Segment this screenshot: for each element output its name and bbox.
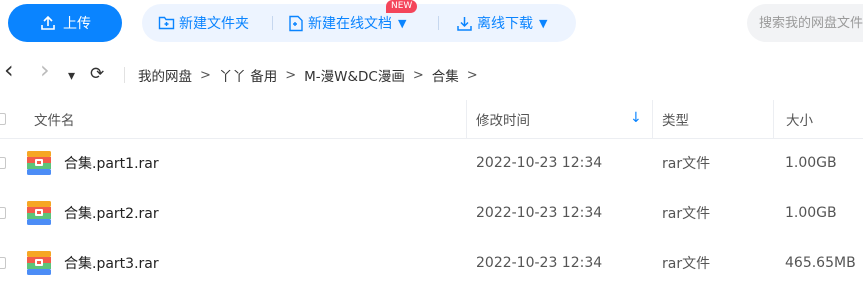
file-type: rar文件 [662,156,711,172]
breadcrumb: 我的网盘 > 丫丫 备用 > M-漫W&DC漫画 > 合集 > [138,56,478,94]
rar-archive-icon [27,251,51,275]
upload-button[interactable]: 上传 [8,4,122,42]
file-type: rar文件 [662,256,711,272]
new-online-doc-label: 新建在线文档 [308,16,392,32]
breadcrumb-item-comics[interactable]: M-漫W&DC漫画 [304,65,405,85]
file-name[interactable]: 合集.part2.rar [64,188,159,238]
download-icon [456,15,473,32]
column-header-modified[interactable]: 修改时间 [476,100,530,138]
search-input[interactable] [747,4,863,42]
breadcrumb-separator: > [285,67,297,83]
upload-icon [39,14,57,32]
breadcrumb-item-my-drive[interactable]: 我的网盘 [138,65,192,85]
column-header-size[interactable]: 大小 [786,100,813,138]
sort-descending-icon[interactable]: ↓ [630,110,642,126]
table-row[interactable]: 合集.part1.rar 2022-10-23 12:34 rar文件 1.00… [0,138,863,188]
new-folder-icon [158,15,175,31]
new-doc-icon [288,15,304,32]
select-all-checkbox[interactable] [0,113,6,125]
breadcrumb-item-backup[interactable]: 丫丫 备用 [219,65,277,85]
table-row[interactable]: 合集.part3.rar 2022-10-23 12:34 rar文件 465.… [0,238,863,288]
file-size: 465.65MB [785,255,856,271]
new-folder-button[interactable]: 新建文件夹 [158,4,249,42]
refresh-icon[interactable]: ⟳ [90,64,104,84]
new-folder-label: 新建文件夹 [179,16,249,32]
toolbar-divider [438,16,439,30]
file-modified-time: 2022-10-23 12:34 [476,205,603,221]
file-name[interactable]: 合集.part3.rar [64,238,159,288]
chevron-down-icon: ▼ [398,16,407,30]
column-header-name[interactable]: 文件名 [34,100,75,138]
row-checkbox[interactable] [0,257,6,269]
column-header-type[interactable]: 类型 [662,100,689,138]
file-table-header: 文件名 修改时间 ↓ 类型 大小 [0,100,863,139]
navigation-bar: ‹ › ▾ ⟳ 我的网盘 > 丫丫 备用 > M-漫W&DC漫画 > 合集 > [0,56,863,94]
chevron-down-icon: ▼ [539,16,548,30]
history-dropdown-icon[interactable]: ▾ [68,66,75,86]
offline-download-button[interactable]: 离线下载 ▼ [456,4,547,42]
toolbar-divider [272,16,273,30]
row-checkbox[interactable] [0,157,6,169]
breadcrumb-separator: > [200,67,211,83]
file-name[interactable]: 合集.part1.rar [64,138,159,188]
row-checkbox[interactable] [0,207,6,219]
file-size: 1.00GB [785,205,837,221]
breadcrumb-separator: > [466,67,478,83]
nav-divider [124,67,125,83]
forward-icon[interactable]: › [40,58,50,82]
new-badge: NEW [386,0,418,13]
back-icon[interactable]: ‹ [4,58,14,82]
column-divider [466,100,467,138]
table-row[interactable]: 合集.part2.rar 2022-10-23 12:34 rar文件 1.00… [0,188,863,238]
file-size: 1.00GB [785,155,837,171]
file-type: rar文件 [662,206,711,222]
toolbar: 上传 新建文件夹 新建在线文档 ▼ 离线下载 ▼ NEW 搜索我的网盘文件 [0,0,863,48]
breadcrumb-item-collection[interactable]: 合集 [432,65,459,85]
breadcrumb-separator: > [412,67,424,83]
file-modified-time: 2022-10-23 12:34 [476,155,603,171]
column-divider [652,100,653,138]
column-divider [773,100,774,138]
rar-archive-icon [27,201,51,225]
action-group: 新建文件夹 新建在线文档 ▼ 离线下载 ▼ [142,4,576,42]
file-modified-time: 2022-10-23 12:34 [476,255,603,271]
rar-archive-icon [27,151,51,175]
upload-label: 上传 [63,16,91,32]
offline-download-label: 离线下载 [477,16,533,32]
